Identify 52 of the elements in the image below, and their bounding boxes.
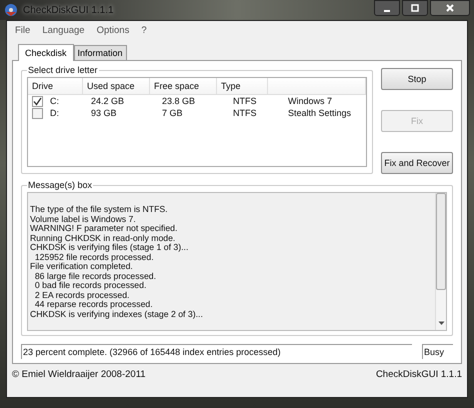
message-line: 0 bad file records processed.	[34, 281, 146, 290]
minimize-button[interactable]	[374, 0, 400, 16]
table-cell-text: Windows 7	[287, 96, 334, 106]
message-line: 125952 file records processed.	[34, 252, 155, 262]
table-cell-text: Stealth Settings	[287, 108, 352, 118]
copyright-text: © Emiel Wieldraaijer 2008-2011	[12, 369, 146, 380]
group-title: Message(s) box	[27, 180, 94, 190]
tab[interactable]: Information	[74, 45, 127, 60]
table-cell-text: 7 GB	[161, 108, 184, 118]
check-icon	[33, 96, 42, 106]
status-text: Busy	[422, 344, 453, 359]
message-line: 2 EA records processed.	[34, 290, 130, 300]
action-button[interactable]: Fix and Recover	[381, 152, 453, 174]
version-text: CheckDiskGUI 1.1.1	[376, 369, 462, 380]
column-header[interactable]: Drive	[28, 78, 83, 94]
maximize-icon	[411, 4, 419, 12]
action-button[interactable]: Stop	[381, 68, 453, 90]
message-line: Running CHKDSK in read-only mode.	[30, 234, 176, 243]
table-cell-text: NTFS	[232, 108, 258, 118]
close-icon	[446, 4, 454, 12]
scrollbar-thumb[interactable]	[436, 193, 446, 290]
column-header[interactable]: Free space	[150, 78, 217, 94]
disk-icon	[4, 3, 18, 17]
table-cell-text: NTFS	[232, 96, 258, 106]
message-line: WARNING! F parameter not specified.	[30, 224, 178, 234]
column-header[interactable]: Type	[217, 78, 268, 94]
message-line: 86 large file records processed.	[34, 272, 158, 281]
scroll-down-icon	[438, 321, 444, 326]
menu-item[interactable]: ?	[141, 25, 147, 36]
menu-item[interactable]: Options	[96, 25, 130, 36]
message-line: 44 reparse records processed.	[34, 300, 154, 310]
message-line: The type of the file system is NTFS.	[30, 205, 169, 214]
message-line: CHKDSK is verifying indexes (stage 2 of 3)...	[30, 310, 204, 319]
table-cell-text: 93 GB	[90, 108, 118, 118]
table-cell-text: 23.8 GB	[161, 96, 196, 106]
message-line: CHKDSK is verifying files (stage 1 of 3)...	[30, 243, 190, 252]
checkbox[interactable]	[32, 96, 43, 106]
table-cell-text: 24.2 GB	[90, 96, 126, 106]
column-header[interactable]: Used space	[83, 78, 150, 94]
maximize-button[interactable]	[402, 0, 428, 16]
menu-item[interactable]: Language	[42, 25, 85, 36]
close-button[interactable]	[430, 0, 470, 16]
group-title: Select drive letter	[27, 65, 99, 75]
checkbox[interactable]	[32, 108, 43, 118]
message-line: Volume label is Windows 7.	[30, 214, 137, 224]
scrollbar[interactable]	[435, 193, 446, 330]
menu-item[interactable]: File	[15, 25, 30, 36]
table-cell-text: C:	[49, 96, 59, 106]
progress-text: 23 percent complete. (32966 of 165448 index entries processed)	[21, 344, 412, 359]
tab[interactable]: Checkdisk	[18, 44, 74, 61]
message-line: File verification completed.	[30, 262, 133, 272]
table-cell-text: D:	[49, 108, 59, 118]
